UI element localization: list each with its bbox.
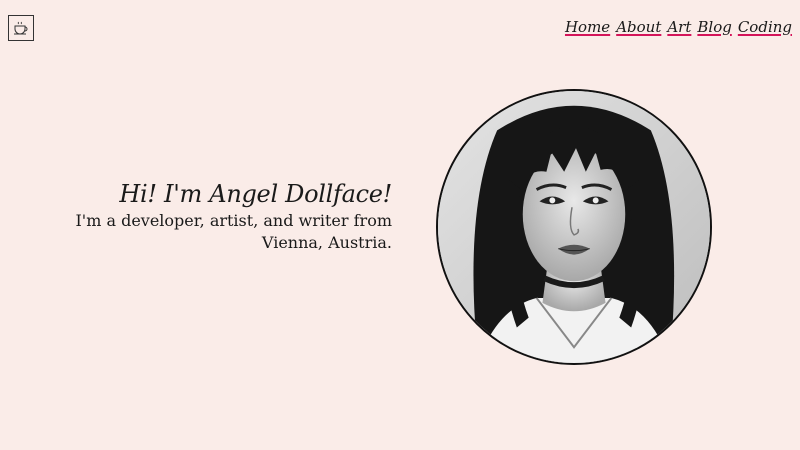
intro-section: Hi! I'm Angel Dollface! I'm a developer,… <box>62 178 392 254</box>
nav-art-link[interactable]: Art <box>667 18 691 36</box>
nav-about-link[interactable]: About <box>616 18 661 36</box>
intro-description: I'm a developer, artist, and writer from… <box>75 211 392 252</box>
logo[interactable] <box>8 15 34 41</box>
main-nav: Home About Art Blog Coding <box>565 18 792 36</box>
profile-portrait <box>436 89 712 365</box>
nav-blog-link[interactable]: Blog <box>697 18 731 36</box>
cup-icon <box>14 21 28 35</box>
portrait-illustration <box>438 91 710 363</box>
intro-title: Hi! I'm Angel Dollface! <box>119 180 392 208</box>
nav-coding-link[interactable]: Coding <box>738 18 792 36</box>
nav-home-link[interactable]: Home <box>565 18 610 36</box>
